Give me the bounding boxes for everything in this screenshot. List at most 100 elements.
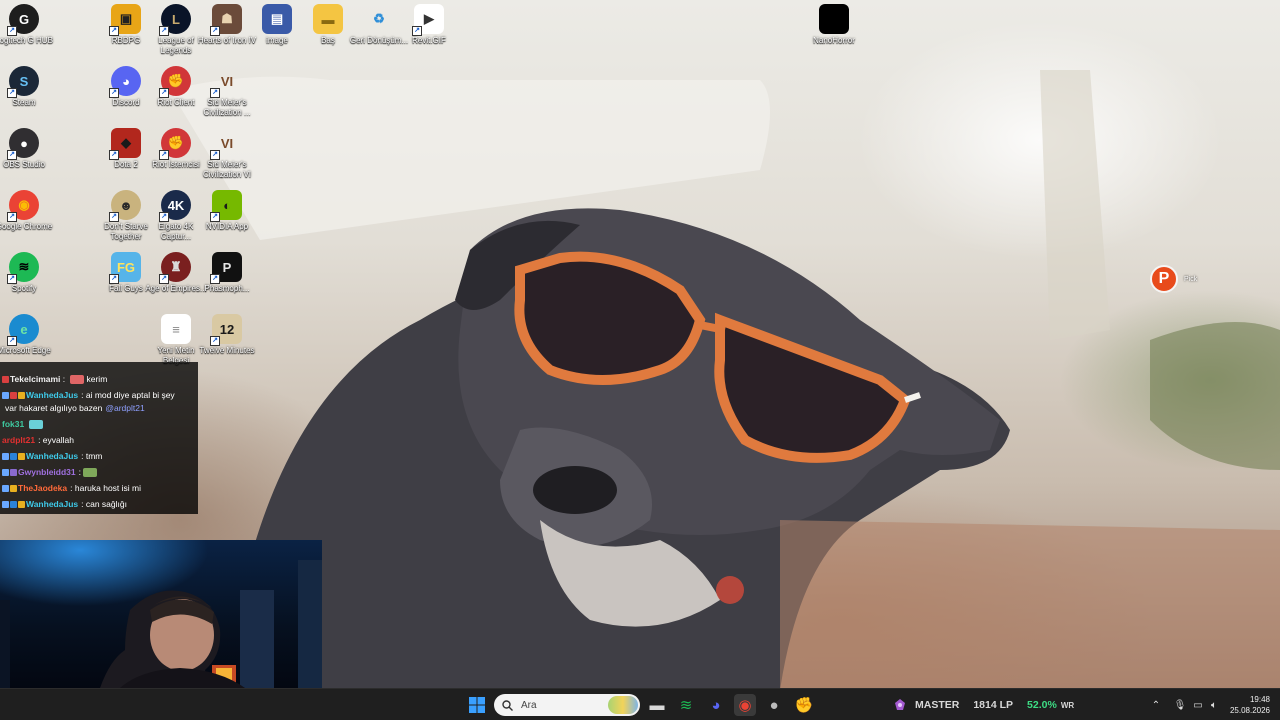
chat-badge-icon	[10, 469, 17, 477]
chat-badge-icon	[18, 501, 25, 509]
desktop-icon[interactable]: ◐ ↗ NVIDIA App	[195, 190, 259, 232]
desktop-icon[interactable]: ▶ ↗ Revit.GIF	[397, 4, 461, 46]
chat-emote-icon	[69, 375, 84, 385]
desktop-icon[interactable]: P ↗ Phasmoph...	[195, 252, 259, 294]
rank-lp: 1814 LP	[973, 699, 1014, 711]
desktop-icon-label: Steam	[12, 98, 36, 107]
app-icon: ≋ ↗	[7, 252, 39, 284]
chat-message: Tekelcimami : kerim	[2, 374, 198, 385]
app-icon: ✊ ↗	[159, 128, 191, 160]
shortcut-arrow-icon: ↗	[159, 88, 169, 98]
desktop-icon-label: Sid Meier's Civilization ...	[203, 98, 251, 117]
clock-time: 19:48	[1249, 695, 1270, 704]
app-icon: ♜ ↗	[159, 252, 191, 284]
app-icon: ▶ ↗	[412, 4, 444, 36]
chat-username[interactable]: WanhedaJus	[26, 390, 78, 400]
chat-text: :	[78, 467, 81, 477]
shortcut-arrow-icon: ↗	[210, 212, 220, 222]
shortcut-arrow-icon: ↗	[109, 26, 119, 36]
discord-taskbar-icon[interactable]: ◕	[705, 694, 727, 716]
search-highlight-image	[608, 696, 638, 714]
app-icon: ▤	[262, 4, 292, 34]
app-icon: S ↗	[7, 66, 39, 98]
shortcut-arrow-icon: ↗	[210, 26, 220, 36]
chat-username[interactable]: ardplt21	[2, 435, 35, 445]
riot-client-taskbar-icon[interactable]: ✊	[793, 694, 815, 716]
chat-badge-icon	[10, 453, 17, 461]
shortcut-arrow-icon: ↗	[159, 212, 169, 222]
chat-emote-icon	[83, 468, 97, 478]
chat-username[interactable]: Tekelcimami	[10, 374, 60, 384]
lol-rank-widget[interactable]: MASTER 1814 LP 52.0% WR	[893, 689, 1074, 720]
clock-date: 25.08.2026	[1229, 706, 1270, 715]
taskbar-search[interactable]: Ara	[494, 694, 640, 716]
desktop-icon[interactable]: S ↗ Steam	[0, 66, 56, 108]
chat-badge-icon	[2, 485, 9, 493]
desktop-icon-label: NVIDIA App	[205, 222, 249, 231]
volume-icon[interactable]: 🔈︎	[1206, 700, 1222, 711]
app-icon	[819, 4, 849, 34]
shortcut-arrow-icon: ↗	[210, 150, 220, 160]
chat-badge-icon	[2, 453, 9, 461]
chat-text: : ai mod diye aptal bi şey	[81, 390, 175, 400]
app-icon: VI ↗	[210, 66, 242, 98]
microphone-icon[interactable]: 🎙︎	[1170, 700, 1190, 711]
chat-message: var hakaret algılıyo bazen @ardplt21	[2, 403, 198, 414]
chat-badge-icon	[2, 501, 9, 509]
obs-taskbar-icon[interactable]: ●	[763, 694, 785, 716]
shortcut-arrow-icon: ↗	[7, 26, 17, 36]
shortcut-arrow-icon: ↗	[7, 150, 17, 160]
shortcut-arrow-icon: ↗	[159, 26, 169, 36]
chat-username[interactable]: WanhedaJus	[26, 451, 78, 461]
network-icon[interactable]: ▭	[1190, 700, 1206, 711]
desktop-icon[interactable]: G ↗ Logitech G HUB	[0, 4, 56, 46]
start-button[interactable]	[466, 694, 488, 716]
chat-username[interactable]: WanhedaJus	[26, 499, 78, 509]
app-icon: FG ↗	[109, 252, 141, 284]
app-icon: VI ↗	[210, 128, 242, 160]
chat-mention: @ardplt21	[105, 403, 145, 413]
shortcut-arrow-icon: ↗	[7, 212, 17, 222]
desktop-icon-label: Spotify	[11, 284, 37, 293]
picpick-floating-icon[interactable]: P	[1150, 265, 1178, 293]
desktop-icon-label: Google Chrome	[0, 222, 53, 231]
webcam-feed	[0, 540, 322, 688]
desktop-icon-label: Sid Meier's Civilization VI	[202, 160, 251, 179]
desktop-icon[interactable]: ● ↗ OBS Studio	[0, 128, 56, 170]
shortcut-arrow-icon: ↗	[412, 26, 422, 36]
shortcut-arrow-icon: ↗	[7, 274, 17, 284]
desktop-icon[interactable]: 12 ↗ Twelve Minutes	[195, 314, 259, 356]
chat-username[interactable]: TheJaodeka	[18, 483, 67, 493]
chat-text: kerim	[86, 374, 108, 384]
app-icon: ☗ ↗	[210, 4, 242, 36]
app-icon: ♻	[373, 11, 385, 26]
chat-username[interactable]: fok31	[2, 419, 24, 429]
desktop-icon[interactable]: NanoHorror	[802, 4, 866, 46]
shortcut-arrow-icon: ↗	[109, 88, 119, 98]
spotify-taskbar-icon[interactable]: ≋	[675, 694, 697, 716]
chat-message: WanhedaJus: can sağlığı	[2, 499, 198, 510]
desktop-icon-label: Logitech G HUB	[0, 36, 53, 45]
picpick-label: Pick	[1184, 276, 1198, 283]
shortcut-arrow-icon: ↗	[159, 274, 169, 284]
chat-username[interactable]: Gwynbleidd31	[18, 467, 76, 477]
desktop-icon[interactable]: ≋ ↗ Spotify	[0, 252, 56, 294]
chat-badge-icon	[2, 392, 9, 400]
chrome-taskbar-icon[interactable]: ◉	[734, 694, 756, 716]
system-tray: ⌃ 🎙︎ ▭ 🔈︎	[1148, 689, 1222, 720]
chevron-up-icon[interactable]: ⌃	[1148, 700, 1164, 711]
windows-logo-icon	[469, 697, 485, 713]
desktop-icon-label: Microsoft Edge	[0, 346, 51, 355]
file-explorer-taskbar-icon[interactable]: ▬	[646, 694, 668, 716]
desktop-icon[interactable]: VI ↗ Sid Meier's Civilization VI	[195, 128, 259, 180]
chat-message: WanhedaJus: ai mod diye aptal bi şey	[2, 390, 198, 401]
webcam-scene	[0, 560, 322, 688]
desktop-icon[interactable]: e ↗ Microsoft Edge	[0, 314, 56, 356]
chat-message: TheJaodeka: haruka host isi mi	[2, 483, 198, 494]
desktop-icon[interactable]: VI ↗ Sid Meier's Civilization ...	[195, 66, 259, 118]
chat-badge-icon	[2, 469, 9, 477]
taskbar: Ara ▬ ≋ ◕ ◉ ● ✊ MASTER 1814 LP 52.0% WR ⌃ 🎙︎ …	[0, 688, 1280, 720]
taskbar-clock[interactable]: 19:48 25.08.2026	[1230, 694, 1270, 716]
chat-message: ardplt21: eyvallah	[2, 435, 198, 446]
desktop-icon[interactable]: ◉ ↗ Google Chrome	[0, 190, 56, 232]
